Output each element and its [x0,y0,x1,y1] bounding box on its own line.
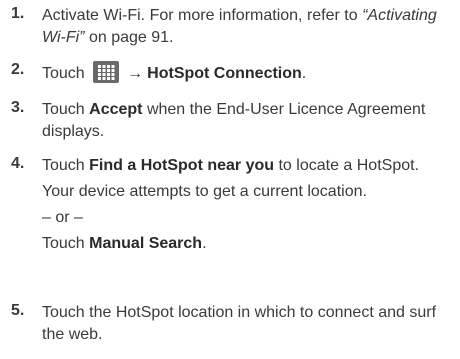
menu-target: HotSpot Connection [147,65,302,82]
reference-link[interactable]: “Activating [362,7,437,24]
step-text: on page 91. [84,29,174,46]
accept-label: Accept [89,101,143,118]
manual-search-label: Manual Search [89,235,203,252]
or-separator: – or – [42,209,83,226]
step-number: 4. [11,155,25,172]
step-number: 5. [11,302,25,319]
step-text: Activate Wi-Fi. For more information, re… [42,7,363,24]
grid-menu-icon [93,61,120,83]
reference-link-continued[interactable]: Wi-Fi” [42,29,85,46]
step-text: Touch the HotSpot location in which to c… [42,304,437,321]
arrow-icon: → [127,65,144,82]
step-text: Your device attempts to get a current lo… [42,183,367,200]
step-text: the web. [42,326,103,343]
step-body: Touch → HotSpot Connection. [42,61,454,83]
step-body: Touch the HotSpot location in which to c… [42,302,454,346]
step-body: Activate Wi-Fi. For more information, re… [42,5,454,49]
instruction-page: 1. Activate Wi-Fi. For more information,… [0,0,460,359]
step-text: displays. [42,123,105,140]
find-hotspot-label: Find a HotSpot near you [89,157,275,174]
step-body: Touch Accept when the End-User Licence A… [42,99,454,143]
step-text: Touch [42,65,85,82]
step-number: 3. [11,99,25,116]
step-body: Touch Find a HotSpot near you to locate … [42,155,454,255]
step-number: 1. [11,5,25,22]
step-number: 2. [11,61,25,78]
